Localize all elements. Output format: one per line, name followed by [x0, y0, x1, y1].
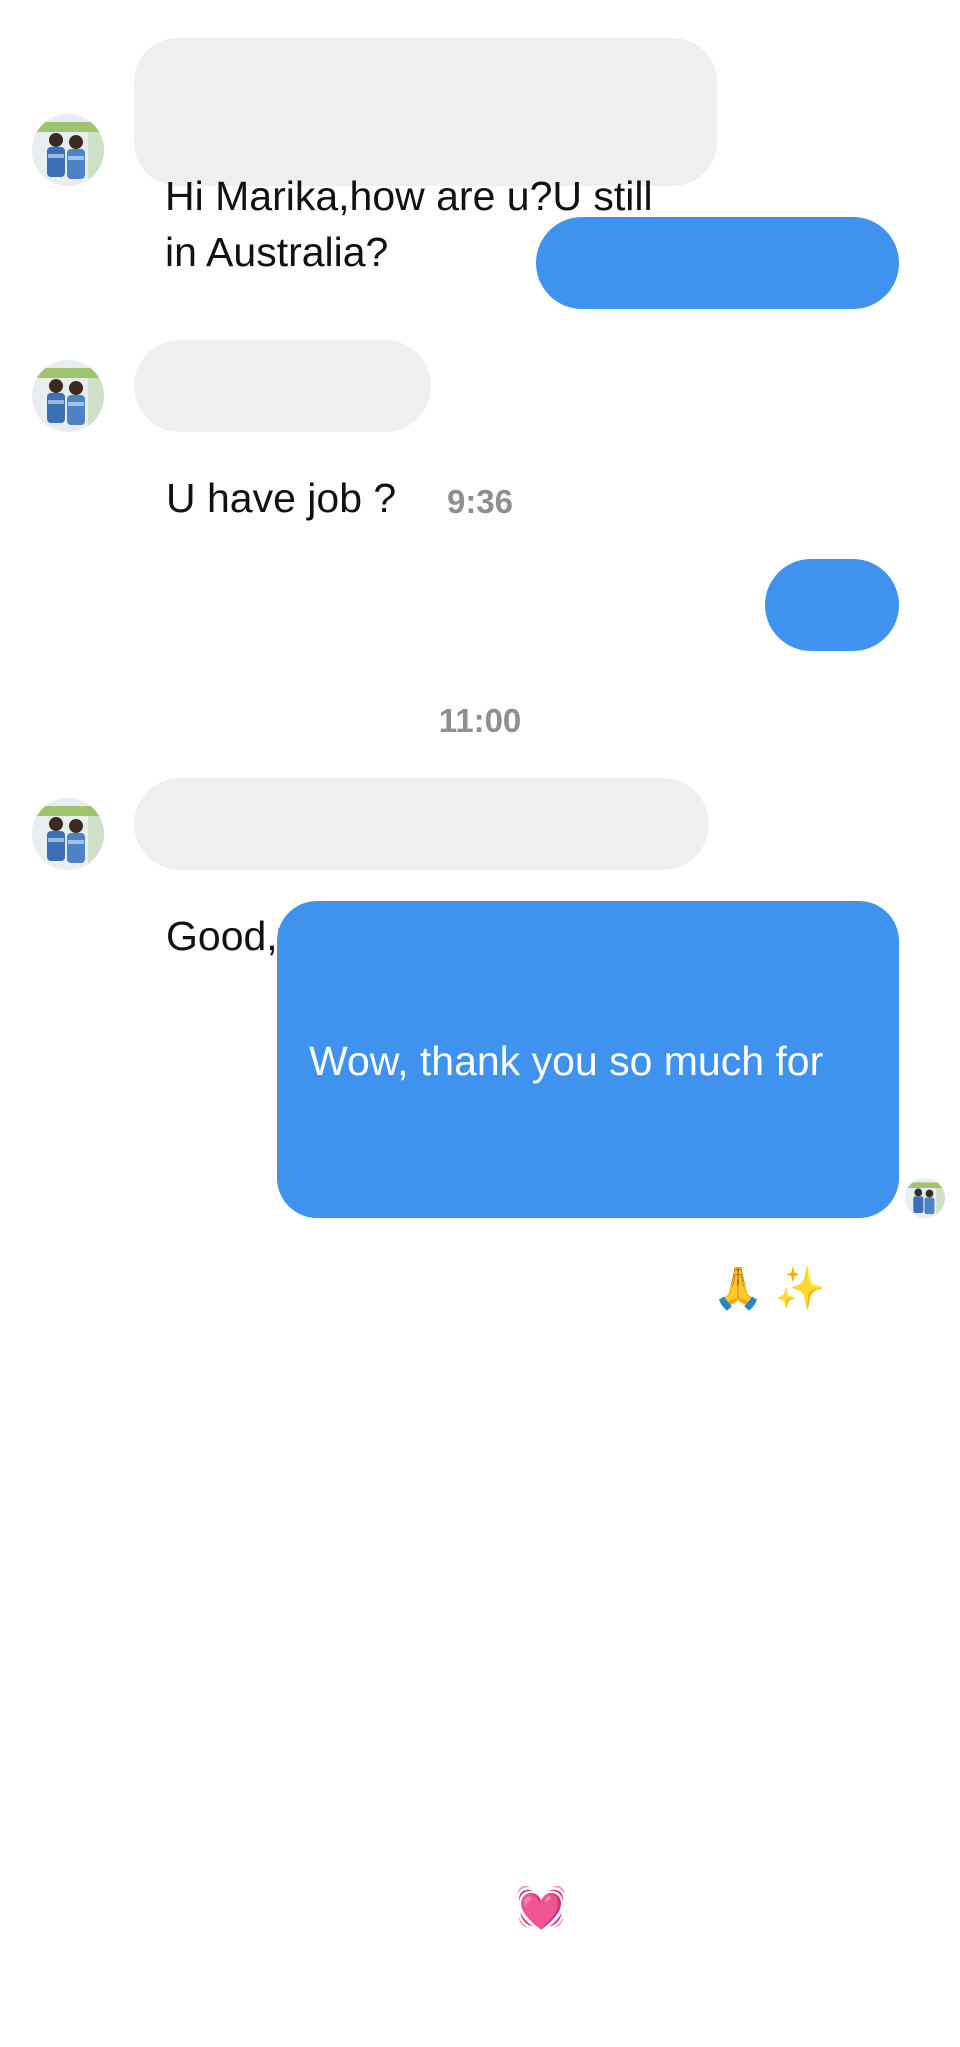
message-line: family 😊💓 [309, 1820, 867, 1991]
contact-avatar-icon [32, 798, 104, 870]
sparkles-emoji-icon: ✨ [774, 1265, 826, 1312]
contact-avatar[interactable] [32, 360, 104, 432]
read-receipt-avatar [905, 1178, 945, 1218]
message-bubble-outgoing[interactable]: yep [765, 559, 899, 740]
smiling-face-emoji-icon: 😊 [473, 1884, 516, 1931]
message-bubble-incoming[interactable]: U have job ? [134, 340, 431, 521]
message-line: God bless you and all your [309, 1657, 795, 1704]
beating-heart-emoji-icon: 💓 [515, 1884, 567, 1931]
contact-avatar[interactable] [32, 114, 104, 186]
message-line: your thoughtfulness🙏 ✨ [309, 1201, 867, 1372]
timestamp: 11:00 [438, 702, 522, 739]
timestamp: 9:36 [446, 483, 514, 520]
message-line-text: your thoughtfulness [354, 1262, 713, 1308]
message-bubble-outgoing[interactable]: No,I'm in Japan [536, 217, 899, 398]
message-bubble-incoming[interactable]: Hi Marika,how are u?U still in Australia… [134, 38, 717, 275]
message-bubble-outgoing[interactable]: Wow, thank you so much for your thoughtf… [277, 901, 899, 1930]
contact-avatar-icon [32, 360, 104, 432]
message-line: Wow, thank you so much for [309, 1038, 824, 1084]
message-line-text: family [354, 1881, 474, 1928]
message-text: No,I'm in Japan [568, 352, 852, 398]
contact-avatar[interactable] [32, 798, 104, 870]
read-receipt-avatar-icon [905, 1178, 945, 1218]
message-bubble-incoming[interactable]: Good,take care from virus. [134, 778, 709, 959]
contact-avatar-icon [32, 114, 104, 186]
folded-hands-emoji-icon: 🙏 [712, 1265, 764, 1312]
